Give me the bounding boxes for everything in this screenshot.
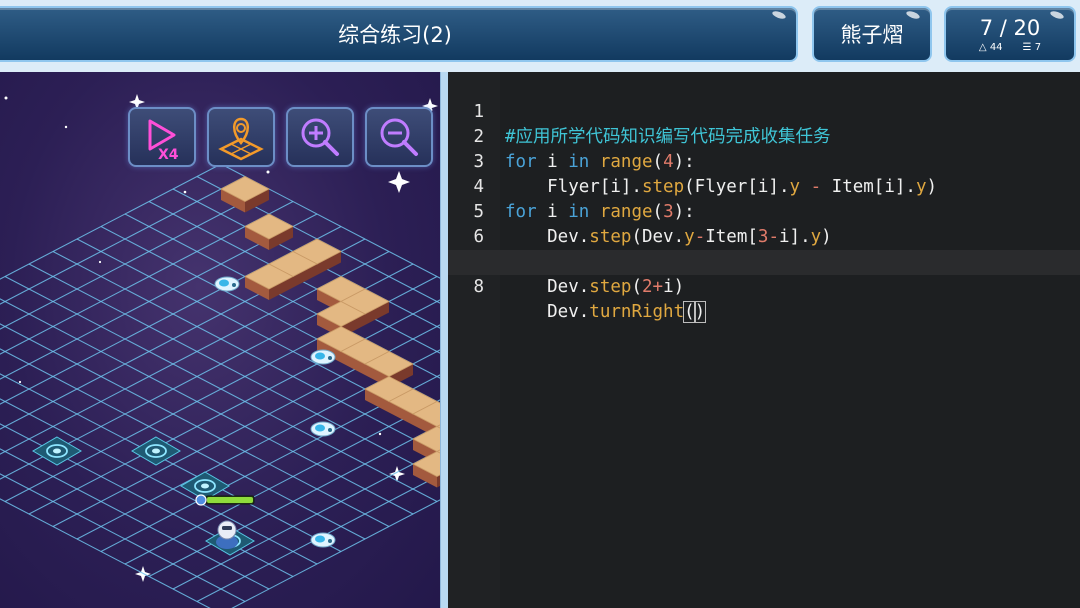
code-line-4[interactable]: 4 for i in range(3): bbox=[448, 150, 1080, 222]
game-view[interactable]: X4 bbox=[0, 72, 442, 608]
flyer-light bbox=[328, 356, 332, 360]
map-pin-icon bbox=[218, 117, 264, 161]
stat-left: △ 44 bbox=[979, 42, 1003, 53]
grid-line bbox=[52, 323, 442, 527]
flyer-window bbox=[315, 535, 325, 543]
flyer-window bbox=[219, 279, 229, 287]
health-bar-fill bbox=[207, 497, 253, 503]
line-number: 8 bbox=[473, 277, 484, 297]
code-line-2[interactable]: 2 for i in range(4): bbox=[448, 100, 1080, 172]
grid-line bbox=[76, 348, 442, 540]
code-line-6[interactable]: 6 Dev.turnLeft() bbox=[448, 200, 1080, 272]
code-line-8[interactable]: 8 Dev.turnRight() bbox=[448, 250, 1080, 323]
code-text[interactable]: Dev.turnRight() bbox=[505, 300, 707, 325]
flyer-light bbox=[328, 428, 332, 432]
map-view-button[interactable] bbox=[207, 107, 275, 167]
flyer-window bbox=[315, 352, 325, 360]
grid-line bbox=[0, 348, 366, 540]
code-text[interactable]: Dev.step(2+i) bbox=[505, 275, 684, 300]
zoom-out-icon bbox=[380, 118, 418, 156]
grid-line bbox=[0, 188, 270, 330]
code-line-3[interactable]: 3 Flyer[i].step(Flyer[i].y - Item[i].y) bbox=[448, 125, 1080, 197]
grid-line bbox=[0, 373, 342, 552]
user-name: 熊子熠 bbox=[840, 23, 904, 47]
code-line-5[interactable]: 5 Dev.step(Dev.y-Item[3-i].y) bbox=[448, 175, 1080, 247]
stat-left-value: 44 bbox=[989, 41, 1003, 53]
level-title: 综合练习(2) bbox=[338, 23, 452, 47]
stat-right-value: 7 bbox=[1034, 41, 1042, 53]
level-progress-badge[interactable]: 7 / 20 △ 44 ☰ 7 bbox=[944, 6, 1076, 62]
speed-label: X4 bbox=[158, 147, 179, 163]
zoom-in-button[interactable] bbox=[286, 107, 354, 167]
target-core bbox=[53, 448, 61, 454]
code-line-7[interactable]: 7 Dev.step(2+i) bbox=[448, 225, 1080, 297]
grid-line bbox=[0, 448, 270, 590]
health-icon bbox=[195, 494, 207, 506]
grid-line bbox=[0, 163, 222, 280]
level-progress: 7 / 20 bbox=[979, 15, 1041, 40]
target-core bbox=[152, 448, 160, 454]
code-line-1[interactable]: 1 #应用所学代码知识编写代码完成收集任务 bbox=[448, 75, 1080, 147]
stat-left-icon: △ bbox=[978, 41, 987, 53]
flyer-window bbox=[315, 424, 325, 432]
flyer-light bbox=[328, 539, 332, 543]
grid-line bbox=[100, 226, 442, 405]
speed-icon: X4 bbox=[148, 119, 179, 163]
zoom-in-icon bbox=[301, 118, 339, 156]
user-name-badge[interactable]: 熊子熠 bbox=[812, 6, 932, 62]
level-stats: △ 44 ☰ 7 bbox=[979, 42, 1041, 53]
lines-icon: ☰ bbox=[1022, 41, 1032, 53]
target-core bbox=[201, 483, 209, 489]
level-title-bar: 综合练习(2) bbox=[0, 6, 798, 62]
flyer-light bbox=[232, 283, 236, 287]
zoom-out-button[interactable] bbox=[365, 107, 433, 167]
stat-right: ☰ 7 bbox=[1023, 42, 1042, 53]
top-bar: 综合练习(2) 熊子熠 7 / 20 △ 44 ☰ 7 bbox=[0, 0, 1080, 72]
code-editor[interactable]: 1 #应用所学代码知识编写代码完成收集任务 2 for i in range(4… bbox=[448, 72, 1080, 608]
speed-x4-button[interactable]: X4 bbox=[128, 107, 196, 167]
